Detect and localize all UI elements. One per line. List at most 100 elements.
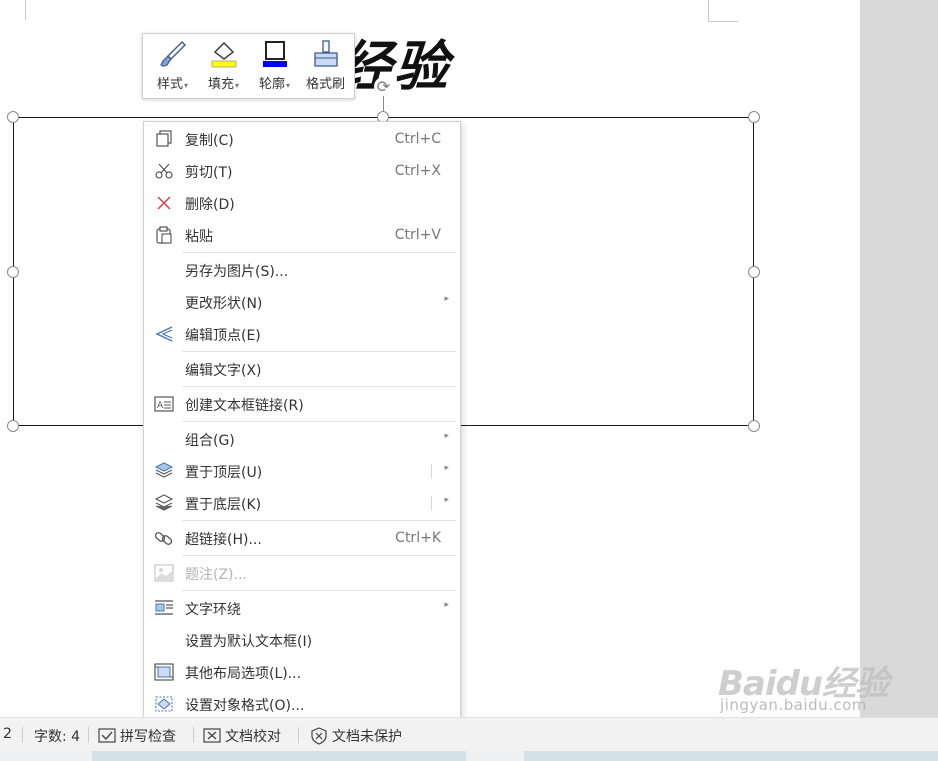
hyperlink-icon	[154, 528, 174, 548]
format-painter-button[interactable]: 格式刷	[300, 38, 351, 98]
split-divider	[431, 464, 432, 478]
crop-mark-top-right	[708, 0, 709, 22]
edit-points-icon	[154, 324, 174, 344]
menu-separator	[182, 520, 456, 521]
menu-item-set-default-textbox[interactable]: 设置为默认文本框(I)	[145, 625, 459, 655]
resize-handle-top-left[interactable]	[7, 111, 19, 123]
menu-item-save-as-picture[interactable]: 另存为图片(S)...	[145, 255, 459, 285]
doc-proofread-button[interactable]: 文档校对	[203, 726, 281, 746]
menu-item-label: 删除(D)	[185, 197, 235, 213]
menu-item-label: 超链接(H)...	[185, 532, 262, 548]
menu-item-label: 创建文本框链接(R)	[185, 398, 304, 414]
taskbar-strip	[0, 751, 938, 761]
context-menu: 复制(C) Ctrl+C 剪切(T) Ctrl+X 删除(D) 粘贴 Ctrl+…	[143, 121, 461, 720]
menu-item-label: 复制(C)	[185, 133, 234, 149]
chevron-right-icon: ▸	[444, 294, 449, 304]
menu-item-label: 置于顶层(U)	[185, 465, 263, 481]
style-button[interactable]: 样式▾	[147, 38, 198, 98]
menu-item-label: 粘贴	[185, 229, 213, 245]
menu-item-send-to-back[interactable]: 置于底层(K) ▸	[145, 488, 459, 518]
chevron-right-icon[interactable]: ▸	[444, 495, 449, 505]
fill-button[interactable]: 填充▾	[198, 38, 249, 98]
resize-handle-top-right[interactable]	[748, 111, 760, 123]
menu-item-label: 另存为图片(S)...	[185, 264, 289, 280]
crop-mark-top-left	[25, 0, 26, 20]
spell-check-icon	[98, 727, 116, 745]
menu-item-label: 文字环绕	[185, 602, 241, 618]
menu-separator	[182, 590, 456, 591]
rotate-handle-icon[interactable]: ⟳	[374, 77, 393, 96]
menu-separator	[182, 386, 456, 387]
doc-protection-label: 文档未保护	[332, 729, 402, 745]
workspace-gutter	[860, 0, 938, 717]
outline-button[interactable]: 轮廓▾	[249, 38, 300, 98]
menu-item-bring-to-front[interactable]: 置于顶层(U) ▸	[145, 456, 459, 486]
page-indicator[interactable]: 2	[3, 726, 12, 742]
outline-button-label: 轮廓	[258, 77, 285, 92]
format-painter-label: 格式刷	[305, 77, 345, 92]
watermark-url: jingyan.baidu.com	[720, 696, 867, 714]
fill-button-label: 填充	[207, 77, 234, 92]
text-wrap-icon	[154, 598, 174, 618]
menu-item-label: 设置对象格式(O)...	[185, 698, 305, 714]
scissors-icon	[154, 161, 174, 181]
chevron-right-icon[interactable]: ▸	[444, 463, 449, 473]
style-button-label: 样式	[156, 77, 183, 92]
resize-handle-middle-right[interactable]	[748, 266, 760, 278]
word-count[interactable]: 字数: 4	[34, 726, 80, 746]
fill-bucket-icon	[207, 38, 241, 70]
chevron-down-icon: ▾	[235, 81, 240, 90]
menu-item-format-object[interactable]: 设置对象格式(O)...	[145, 689, 459, 719]
menu-item-shortcut: Ctrl+V	[394, 227, 441, 243]
chevron-right-icon: ▸	[444, 600, 449, 610]
menu-item-label: 组合(G)	[185, 433, 235, 449]
menu-item-label: 剪切(T)	[185, 165, 233, 181]
menu-item-more-layout-options[interactable]: 其他布局选项(L)...	[145, 657, 459, 687]
menu-separator	[182, 555, 456, 556]
chevron-down-icon: ▾	[184, 81, 189, 90]
bring-to-front-icon	[154, 461, 174, 481]
copy-icon	[154, 129, 174, 149]
spell-check-label: 拼写检查	[120, 729, 176, 745]
chevron-right-icon: ▸	[444, 431, 449, 441]
menu-item-delete[interactable]: 删除(D)	[145, 188, 459, 218]
doc-protection-button[interactable]: 文档未保护	[310, 726, 402, 746]
resize-handle-middle-left[interactable]	[7, 266, 19, 278]
chevron-down-icon: ▾	[286, 81, 291, 90]
menu-item-copy[interactable]: 复制(C) Ctrl+C	[145, 124, 459, 154]
spell-check-button[interactable]: 拼写检查	[98, 726, 176, 746]
format-painter-icon	[309, 38, 343, 70]
resize-handle-bottom-right[interactable]	[748, 420, 760, 432]
menu-item-change-shape[interactable]: 更改形状(N) ▸	[145, 287, 459, 317]
baidu-jingyan-watermark: Baidu经验 jingyan.baidu.com	[718, 656, 918, 716]
menu-item-paste[interactable]: 粘贴 Ctrl+V	[145, 220, 459, 250]
menu-item-edit-text[interactable]: 编辑文字(X)	[145, 354, 459, 384]
menu-item-group[interactable]: 组合(G) ▸	[145, 424, 459, 454]
menu-item-edit-points[interactable]: 编辑顶点(E)	[145, 319, 459, 349]
caption-icon	[154, 563, 174, 583]
menu-item-label: 题注(Z)...	[185, 567, 247, 583]
status-divider	[22, 727, 23, 743]
split-divider	[431, 496, 432, 510]
taskbar-segment	[466, 751, 524, 761]
status-divider	[298, 727, 299, 743]
menu-item-cut[interactable]: 剪切(T) Ctrl+X	[145, 156, 459, 186]
menu-item-label: 其他布局选项(L)...	[185, 666, 302, 682]
paste-icon	[154, 225, 174, 245]
menu-item-create-textbox-link[interactable]: A 创建文本框链接(R)	[145, 389, 459, 419]
shield-icon	[310, 727, 328, 745]
status-divider	[193, 727, 194, 743]
menu-item-text-wrap[interactable]: 文字环绕 ▸	[145, 593, 459, 623]
resize-handle-bottom-left[interactable]	[7, 420, 19, 432]
send-to-back-icon	[154, 493, 174, 513]
menu-item-hyperlink[interactable]: 超链接(H)... Ctrl+K	[145, 523, 459, 553]
format-object-icon	[154, 694, 174, 714]
menu-separator	[182, 252, 456, 253]
menu-item-label: 置于底层(K)	[185, 497, 262, 513]
svg-text:A: A	[157, 401, 164, 411]
status-bar: 2 字数: 4 拼写检查 文档校对 文档未保护	[0, 717, 938, 751]
doc-proofread-label: 文档校对	[225, 729, 281, 745]
menu-separator	[182, 351, 456, 352]
status-divider	[88, 727, 89, 743]
delete-x-icon	[154, 193, 174, 213]
